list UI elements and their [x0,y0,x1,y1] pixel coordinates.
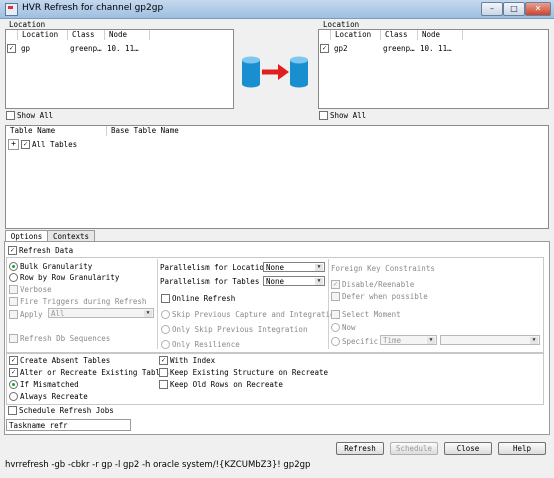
select-moment-label: Select Moment [342,310,401,319]
online-refresh-checkbox[interactable] [161,294,170,303]
list-item[interactable]: ✓ gp2 greenp… 10. 11… [319,43,548,53]
chevron-down-icon: ▼ [427,337,435,344]
disable-reenable-checkbox[interactable]: ✓ [331,280,340,289]
refresh-db-sequences-checkbox[interactable] [9,334,18,343]
create-absent-checkbox[interactable]: ✓ [9,356,18,365]
parallelism-locations-label: Parallelism for Locations [160,263,273,272]
schedule-jobs-label: Schedule Refresh Jobs [19,406,114,415]
specific-select[interactable]: Time ▼ [380,335,437,345]
parallelism-tables-label: Parallelism for Tables [160,277,260,286]
if-mismatched-radio[interactable] [9,380,18,389]
maximize-button[interactable]: □ [503,2,525,16]
parallelism-locations-select[interactable]: None ▼ [263,262,325,272]
skip-previous-radio[interactable] [161,310,170,319]
online-refresh-label: Online Refresh [172,294,236,303]
column-header-location[interactable]: Location [18,30,68,40]
app-icon [5,3,18,16]
always-recreate-radio[interactable] [9,392,18,401]
list-item[interactable]: ✓ gp greenp… 10. 11… [6,43,233,53]
window-title: HVR Refresh for channel gp2gp [22,3,164,13]
with-index-label: With Index [170,356,216,365]
bulk-granularity-radio[interactable] [9,262,18,271]
column-header-node[interactable]: Node [105,30,150,40]
refresh-data-checkbox[interactable]: ✓ [8,246,17,255]
tree-expand-icon[interactable]: + [8,139,19,150]
apply-label: Apply [20,310,43,319]
table-tree-panel[interactable]: Table Name Base Table Name + ✓ All Table… [5,125,549,229]
right-location-label: Location [323,20,360,29]
only-skip-previous-label: Only Skip Previous Integration [172,325,308,334]
alter-recreate-checkbox[interactable]: ✓ [9,368,18,377]
close-button[interactable]: Close [444,442,492,455]
fk-constraints-label: Foreign Key Constraints [331,264,435,273]
database-arrow-icon [242,56,308,88]
with-index-checkbox[interactable]: ✓ [159,356,168,365]
row-by-row-radio[interactable] [9,273,18,282]
only-resilience-label: Only Resilience [172,340,240,349]
verbose-label: Verbose [20,285,52,294]
left-location-list[interactable]: Location Class Node ✓ gp greenp… 10. 11… [5,29,234,109]
right-location-list[interactable]: Location Class Node ✓ gp2 greenp… 10. 11… [318,29,549,109]
keep-existing-label: Keep Existing Structure on Recreate [170,368,329,377]
help-button[interactable]: Help [498,442,546,455]
row-by-row-label: Row by Row Granularity [20,273,120,282]
chevron-down-icon: ▼ [530,337,538,344]
apply-checkbox[interactable] [9,310,18,319]
fire-triggers-label: Fire Triggers during Refresh [20,297,147,306]
defer-checkbox[interactable] [331,292,340,301]
refresh-db-sequences-label: Refresh Db Sequences [20,334,111,343]
alter-recreate-label: Alter or Recreate Existing Tables [20,368,170,377]
always-recreate-label: Always Recreate [20,392,88,401]
only-resilience-radio[interactable] [161,340,170,349]
only-skip-previous-radio[interactable] [161,325,170,334]
tree-item-all-tables[interactable]: All Tables [32,140,77,149]
column-header-location[interactable]: Location [331,30,381,40]
defer-label: Defer when possible [342,292,428,301]
chevron-down-icon: ▼ [144,310,152,317]
command-line-text: hvrrefresh -gb -cbkr -r gp -l gp2 -h ora… [5,460,311,470]
if-mismatched-label: If Mismatched [20,380,79,389]
chevron-down-icon: ▼ [315,264,323,271]
specific-radio[interactable] [331,337,340,346]
now-label: Now [342,323,356,332]
apply-select[interactable]: All ▼ [48,308,154,318]
keep-old-rows-checkbox[interactable] [159,380,168,389]
title-bar: HVR Refresh for channel gp2gp – □ ✕ [0,0,554,19]
show-all-label-left: Show All [17,111,54,120]
left-location-label: Location [9,20,46,29]
show-all-checkbox-left[interactable] [6,111,15,120]
column-header-node[interactable]: Node [418,30,463,40]
verbose-checkbox[interactable] [9,285,18,294]
column-header-base-table-name[interactable]: Base Table Name [107,126,231,136]
column-header-table-name[interactable]: Table Name [6,126,107,136]
skip-previous-label: Skip Previous Capture and Integration [172,310,340,319]
create-absent-label: Create Absent Tables [20,356,111,365]
column-header-class[interactable]: Class [381,30,418,40]
keep-existing-checkbox[interactable] [159,368,168,377]
column-header-class[interactable]: Class [68,30,105,40]
fire-triggers-checkbox[interactable] [9,297,18,306]
close-window-button[interactable]: ✕ [525,2,551,16]
minimize-button[interactable]: – [481,2,503,16]
refresh-direction-graphic [238,52,316,92]
chevron-down-icon: ▼ [315,278,323,285]
parallelism-tables-select[interactable]: None ▼ [263,276,325,286]
keep-old-rows-label: Keep Old Rows on Recreate [170,380,283,389]
select-moment-checkbox[interactable] [331,310,340,319]
refresh-data-label: Refresh Data [19,246,74,255]
checkbox-location-gp[interactable]: ✓ [7,44,16,53]
show-all-label-right: Show All [330,111,367,120]
taskname-field[interactable]: Taskname refr [6,419,131,431]
schedule-button[interactable]: Schedule [390,442,438,455]
specific-label: Specific [342,337,379,346]
disable-reenable-label: Disable/Reenable [342,280,415,289]
specific-datetime-select[interactable]: ▼ [440,335,540,345]
checkbox-location-gp2[interactable]: ✓ [320,44,329,53]
bulk-granularity-label: Bulk Granularity [20,262,93,271]
refresh-button[interactable]: Refresh [336,442,384,455]
show-all-checkbox-right[interactable] [319,111,328,120]
all-tables-checkbox[interactable]: ✓ [21,140,30,149]
schedule-jobs-checkbox[interactable] [8,406,17,415]
now-radio[interactable] [331,323,340,332]
